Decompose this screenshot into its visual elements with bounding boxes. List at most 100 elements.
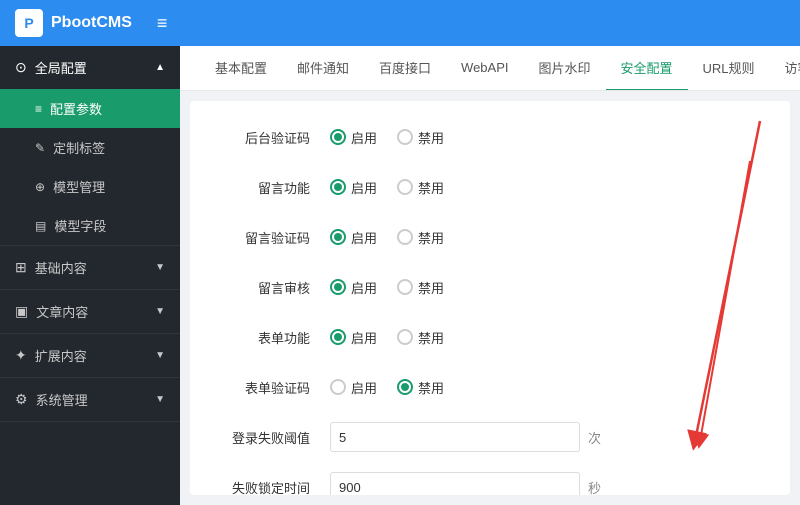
tab-email-notify[interactable]: 邮件通知 — [282, 46, 364, 91]
sidebar-group-article-content: ▣ 文章内容 ▼ — [0, 290, 180, 334]
radio-comment-captcha-disable[interactable]: 禁用 — [397, 228, 444, 247]
sidebar-item-label-model-fields: 模型字段 — [54, 216, 106, 235]
radio-group-comment-captcha: 启用 禁用 — [330, 228, 444, 247]
radio-label-form-captcha-disable: 禁用 — [418, 378, 444, 397]
unit-login-fail: 次 — [588, 428, 601, 447]
radio-form-captcha-disable[interactable]: 禁用 — [397, 378, 444, 397]
tab-visitor-info[interactable]: 访客信息 — [770, 46, 800, 91]
radio-circle-comment-disable — [397, 179, 413, 195]
radio-comment-review-disable[interactable]: 禁用 — [397, 278, 444, 297]
sidebar-group-extended-content: ✦ 扩展内容 ▼ — [0, 334, 180, 378]
tab-security-config[interactable]: 安全配置 — [606, 46, 688, 91]
label-login-fail: 登录失败阈值 — [220, 428, 310, 447]
tab-image-watermark[interactable]: 图片水印 — [524, 46, 606, 91]
tab-url-rules[interactable]: URL规则 — [688, 46, 770, 91]
form-row-comment-function: 留言功能 启用 禁用 — [220, 171, 760, 203]
sidebar-group-global-config: ⊙ 全局配置 ▲ ≡ 配置参数 ✎ 定制标签 ⊕ 模型管理 ▤ 模型字段 — [0, 46, 180, 246]
form-row-comment-captcha: 留言验证码 启用 禁用 — [220, 221, 760, 253]
radio-group-comment-function: 启用 禁用 — [330, 178, 444, 197]
sidebar-group-header-article-content[interactable]: ▣ 文章内容 ▼ — [0, 290, 180, 333]
radio-comment-captcha-enable[interactable]: 启用 — [330, 228, 377, 247]
radio-circle-backend-disable — [397, 129, 413, 145]
article-content-icon: ▣ — [15, 303, 28, 320]
label-comment-review: 留言审核 — [220, 278, 310, 297]
radio-comment-review-enable[interactable]: 启用 — [330, 278, 377, 297]
sidebar-item-model-management[interactable]: ⊕ 模型管理 — [0, 167, 180, 206]
form-row-form-function: 表单功能 启用 禁用 — [220, 321, 760, 353]
form-row-lock-time: 失败锁定时间 秒 — [220, 471, 760, 495]
radio-circle-form-captcha-disable — [397, 379, 413, 395]
radio-circle-form-enable — [330, 329, 346, 345]
tab-baidu-api[interactable]: 百度接口 — [364, 46, 446, 91]
input-login-fail[interactable] — [330, 422, 580, 452]
radio-group-form-captcha: 启用 禁用 — [330, 378, 444, 397]
label-form-captcha: 表单验证码 — [220, 378, 310, 397]
chevron-down-icon-extended: ▼ — [155, 350, 165, 361]
sidebar-group-header-global-config[interactable]: ⊙ 全局配置 ▲ — [0, 46, 180, 89]
label-comment-function: 留言功能 — [220, 178, 310, 197]
config-params-icon: ≡ — [35, 102, 42, 116]
chevron-down-icon-system: ▼ — [155, 394, 165, 405]
tab-webapi[interactable]: WebAPI — [446, 48, 523, 89]
input-lock-time[interactable] — [330, 472, 580, 495]
radio-backend-captcha-enable[interactable]: 启用 — [330, 128, 377, 147]
sidebar-item-label-model-management: 模型管理 — [53, 177, 105, 196]
sidebar-group-system-management: ⚙ 系统管理 ▼ — [0, 378, 180, 422]
form-row-login-fail: 登录失败阈值 次 — [220, 421, 760, 453]
radio-comment-function-disable[interactable]: 禁用 — [397, 178, 444, 197]
form-content: 后台验证码 启用 禁用 留言功能 — [190, 101, 790, 495]
radio-circle-review-disable — [397, 279, 413, 295]
sidebar-group-header-extended-content[interactable]: ✦ 扩展内容 ▼ — [0, 334, 180, 377]
radio-form-function-enable[interactable]: 启用 — [330, 328, 377, 347]
radio-label-backend-disable: 禁用 — [418, 128, 444, 147]
layout: ⊙ 全局配置 ▲ ≡ 配置参数 ✎ 定制标签 ⊕ 模型管理 ▤ 模型字段 — [0, 46, 800, 505]
label-form-function: 表单功能 — [220, 328, 310, 347]
radio-circle-comment-enable — [330, 179, 346, 195]
label-backend-captcha: 后台验证码 — [220, 128, 310, 147]
radio-backend-captcha-disable[interactable]: 禁用 — [397, 128, 444, 147]
radio-form-function-disable[interactable]: 禁用 — [397, 328, 444, 347]
form-row-comment-review: 留言审核 启用 禁用 — [220, 271, 760, 303]
extended-content-icon: ✦ — [15, 347, 27, 364]
radio-circle-review-enable — [330, 279, 346, 295]
radio-label-captcha-enable: 启用 — [351, 228, 377, 247]
radio-label-comment-disable: 禁用 — [418, 178, 444, 197]
sidebar-item-config-params[interactable]: ≡ 配置参数 — [0, 89, 180, 128]
radio-label-form-enable: 启用 — [351, 328, 377, 347]
radio-label-review-enable: 启用 — [351, 278, 377, 297]
radio-label-review-disable: 禁用 — [418, 278, 444, 297]
sidebar-item-model-fields[interactable]: ▤ 模型字段 — [0, 206, 180, 245]
label-comment-captcha: 留言验证码 — [220, 228, 310, 247]
label-lock-time: 失败锁定时间 — [220, 478, 310, 496]
tab-bar: 基本配置 邮件通知 百度接口 WebAPI 图片水印 安全配置 URL规则 访客… — [180, 46, 800, 91]
sidebar-item-custom-tags[interactable]: ✎ 定制标签 — [0, 128, 180, 167]
chevron-down-icon-article: ▼ — [155, 306, 165, 317]
sidebar-group-label-extended-content: 扩展内容 — [35, 346, 87, 365]
radio-circle-form-captcha-enable — [330, 379, 346, 395]
system-management-icon: ⚙ — [15, 391, 28, 408]
radio-group-comment-review: 启用 禁用 — [330, 278, 444, 297]
menu-toggle-icon[interactable]: ≡ — [157, 13, 168, 34]
tab-basic-config[interactable]: 基本配置 — [200, 46, 282, 91]
sidebar-group-header-basic-content[interactable]: ⊞ 基础内容 ▼ — [0, 246, 180, 289]
sidebar-group-label-basic-content: 基础内容 — [35, 258, 87, 277]
radio-form-captcha-enable[interactable]: 启用 — [330, 378, 377, 397]
sidebar-group-header-system-management[interactable]: ⚙ 系统管理 ▼ — [0, 378, 180, 421]
model-management-icon: ⊕ — [35, 180, 45, 194]
global-config-icon: ⊙ — [15, 59, 27, 76]
radio-label-form-disable: 禁用 — [418, 328, 444, 347]
custom-tags-icon: ✎ — [35, 141, 45, 155]
radio-circle-backend-enable — [330, 129, 346, 145]
sidebar-item-label-custom-tags: 定制标签 — [53, 138, 105, 157]
radio-circle-captcha-disable — [397, 229, 413, 245]
sidebar: ⊙ 全局配置 ▲ ≡ 配置参数 ✎ 定制标签 ⊕ 模型管理 ▤ 模型字段 — [0, 46, 180, 505]
radio-label-comment-enable: 启用 — [351, 178, 377, 197]
sidebar-group-basic-content: ⊞ 基础内容 ▼ — [0, 246, 180, 290]
radio-comment-function-enable[interactable]: 启用 — [330, 178, 377, 197]
radio-label-form-captcha-enable: 启用 — [351, 378, 377, 397]
unit-lock-time: 秒 — [588, 478, 601, 496]
chevron-up-icon: ▲ — [155, 62, 165, 73]
basic-content-icon: ⊞ — [15, 259, 27, 276]
model-fields-icon: ▤ — [35, 219, 46, 233]
sidebar-group-label-global-config: 全局配置 — [35, 58, 87, 77]
